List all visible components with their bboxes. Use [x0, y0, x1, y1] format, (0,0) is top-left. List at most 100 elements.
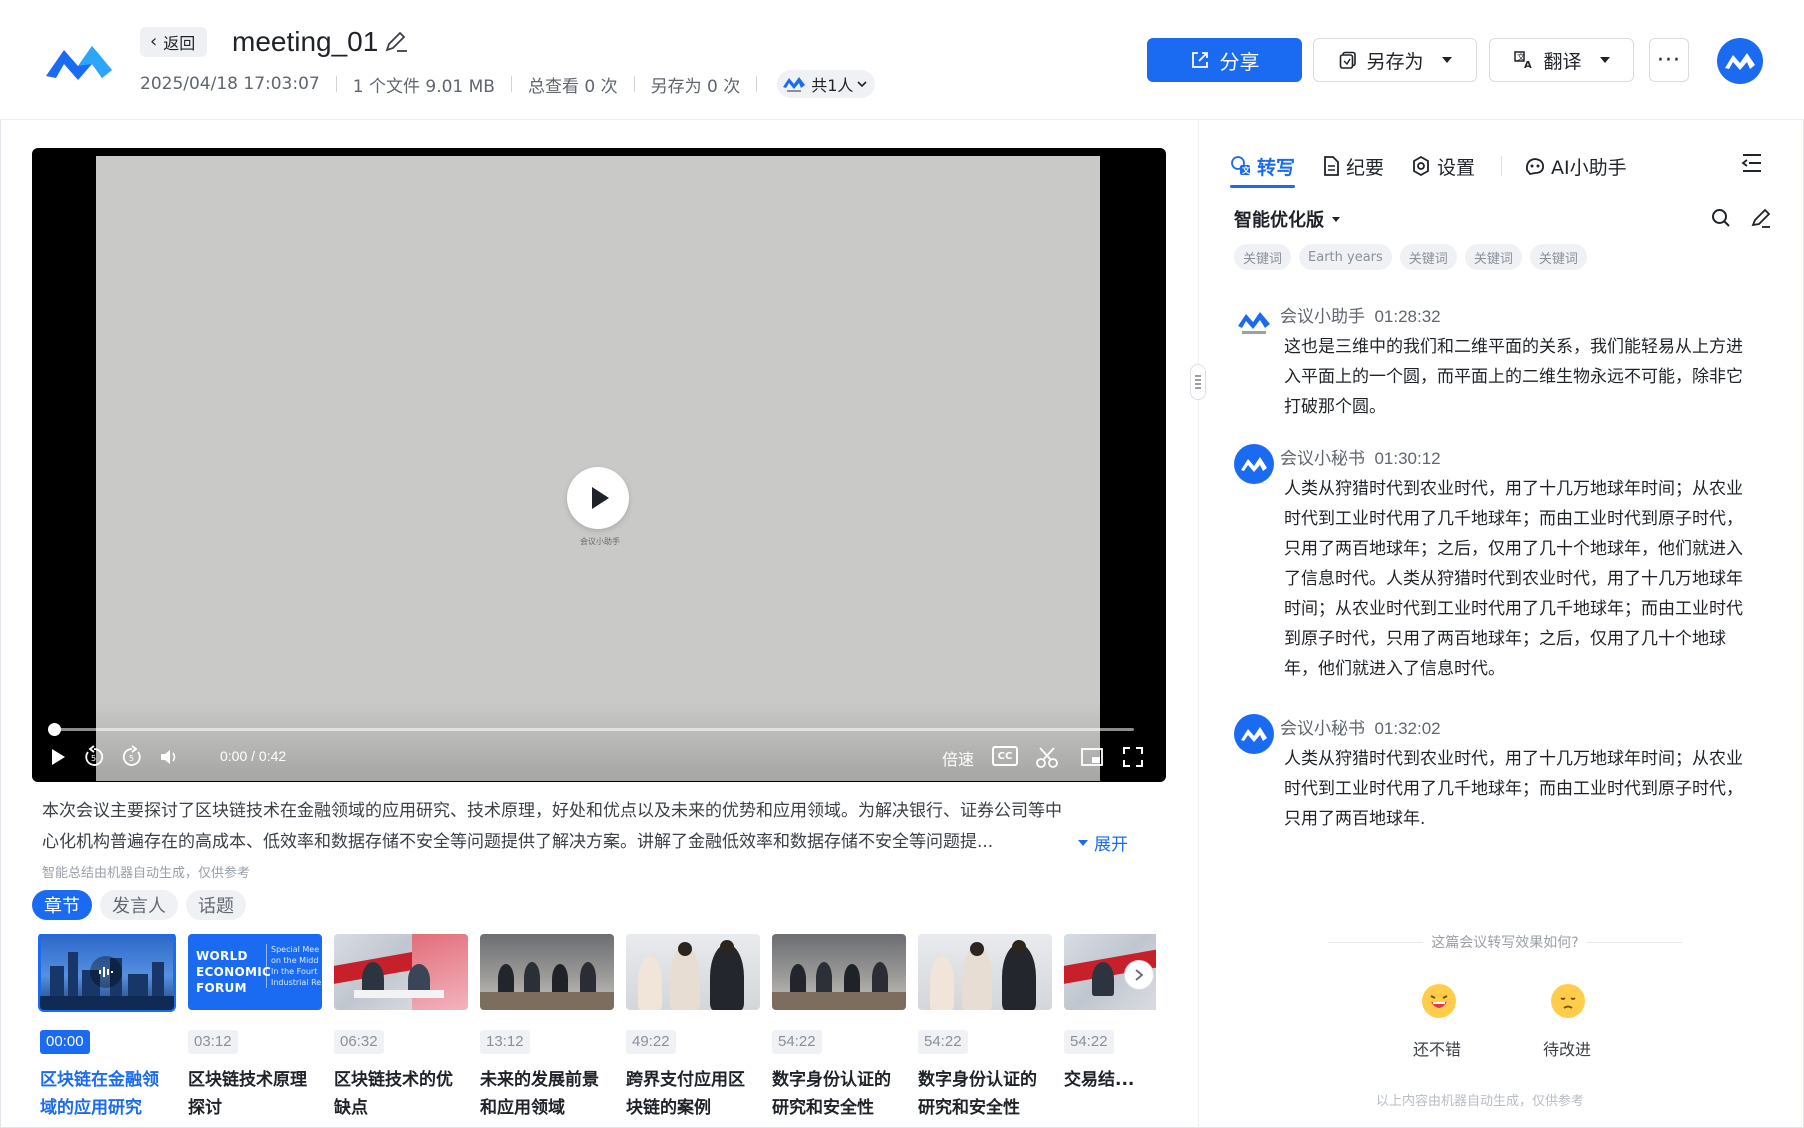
- speaker-time: 01:28:32: [1374, 307, 1441, 326]
- meta-divider: [756, 76, 758, 92]
- meta-divider: [510, 76, 512, 92]
- keyword-chip[interactable]: Earth years: [1299, 244, 1392, 270]
- good-feedback-button[interactable]: [1422, 984, 1456, 1018]
- transcript-icon: 文: [1231, 156, 1251, 175]
- tab-ai-assistant-label: AI小助手: [1551, 156, 1627, 179]
- play-overlay-button[interactable]: [567, 467, 629, 529]
- summary-line: 本次会议主要探讨了区块链技术在金融领域的应用研究、技术原理，好处和优点以及未来的…: [42, 801, 1062, 821]
- chapter-item[interactable]: WORLD ECONOMIC FORUM Special Mee on the Mid…: [188, 934, 322, 1122]
- captions-button[interactable]: CC: [992, 746, 1018, 766]
- chapter-item[interactable]: 13:12 未来的发展前景 和应用领域: [480, 934, 614, 1122]
- forward-button[interactable]: 5: [120, 744, 144, 770]
- machine-generated-note: 以上内容由机器自动生成，仅供参考: [1376, 1094, 1585, 1109]
- keyword-chip[interactable]: 关键词: [1529, 244, 1587, 270]
- sad-face-icon: [1560, 997, 1576, 1009]
- save-as-button[interactable]: 另存为: [1313, 38, 1477, 82]
- chapters-next-button[interactable]: [1124, 960, 1154, 990]
- meeting-views: 总查看 0 次: [527, 76, 618, 97]
- chapter-item[interactable]: 06:32 区块链技术的优 缺点: [334, 934, 468, 1122]
- header: ‹ 返回 meeting_01 2025/04/18 17:03:07 1 个文…: [0, 0, 1804, 120]
- keyword-chip[interactable]: 关键词: [1399, 244, 1457, 270]
- save-as-label: 另存为: [1366, 50, 1424, 73]
- chapter-title: 区块链技术的优 缺点: [334, 1070, 453, 1118]
- tab-settings[interactable]: 设置: [1410, 148, 1475, 184]
- app-logo-icon: [46, 46, 112, 80]
- meeting-meta: 2025/04/18 17:03:07 1 个文件 9.01 MB 总查看 0 …: [140, 70, 876, 98]
- tab-minutes[interactable]: 纪要: [1321, 148, 1384, 184]
- video-player[interactable]: 会议小助手 5 5 0:00 / 0:42 倍速 CC: [32, 148, 1166, 782]
- assistant-avatar: [1238, 312, 1270, 334]
- version-dropdown[interactable]: 智能优化版: [1234, 206, 1340, 232]
- chapter-item[interactable]: 49:22 跨界支付应用区 块链的案例: [626, 934, 760, 1122]
- chapter-list: 00:00 区块链在金融领 域的应用研究 WORLD ECONOMIC FORUM S…: [38, 934, 1156, 1128]
- share-label: 分享: [1219, 49, 1260, 74]
- speaker-line: 会议小秘书 01:32:02: [1280, 714, 1441, 739]
- speaker-line: 会议小秘书 01:30:12: [1280, 444, 1441, 469]
- speaker-time: 01:30:12: [1374, 449, 1441, 468]
- forward-5-icon: 5: [122, 745, 141, 766]
- more-options-button[interactable]: ···: [1649, 38, 1689, 82]
- panel-resize-handle[interactable]: [1190, 364, 1206, 400]
- document-icon: [1324, 156, 1339, 176]
- tab-transcript[interactable]: 文 转写: [1230, 148, 1296, 188]
- chapter-item[interactable]: 54:22 交易结...: [1064, 934, 1156, 1094]
- edit-icon[interactable]: [1750, 207, 1772, 229]
- avatar-logo-icon: [1241, 457, 1267, 472]
- share-icon: [1191, 52, 1208, 68]
- ai-assistant-icon: [1526, 158, 1545, 175]
- chapter-thumbnail: [334, 934, 468, 1010]
- tab-topics[interactable]: 话题: [186, 890, 246, 920]
- collapse-panel-icon[interactable]: [1739, 150, 1765, 176]
- picture-in-picture-button[interactable]: [1080, 744, 1104, 770]
- tab-chapters[interactable]: 章节: [32, 890, 92, 920]
- play-button[interactable]: [48, 744, 68, 770]
- avatar-logo-icon: [1241, 727, 1267, 742]
- keyword-list: 关键词 Earth years 关键词 关键词 关键词: [1234, 244, 1587, 270]
- laughing-face-icon: [1430, 995, 1448, 1008]
- chevron-down-icon: [857, 81, 867, 88]
- fullscreen-button[interactable]: [1122, 744, 1144, 770]
- chapter-title: 数字身份认证的 研究和安全性: [772, 1070, 891, 1118]
- chapter-time: 54:22: [918, 1030, 968, 1054]
- progress-bar[interactable]: [52, 728, 1134, 731]
- members-count: 共1人: [811, 76, 854, 95]
- tab-speakers[interactable]: 发言人: [100, 890, 178, 920]
- back-button[interactable]: ‹ 返回: [140, 27, 208, 57]
- speaker-name: 会议小秘书: [1280, 449, 1365, 468]
- chapter-time: 03:12: [188, 1030, 238, 1054]
- speed-button[interactable]: 倍速: [942, 746, 974, 770]
- tab-ai-assistant[interactable]: AI小助手: [1524, 148, 1627, 184]
- meta-divider: [633, 76, 635, 92]
- keyword-chip[interactable]: 关键词: [1234, 244, 1292, 270]
- search-icon[interactable]: [1710, 207, 1732, 229]
- speaker-name: 会议小助手: [1280, 307, 1365, 326]
- right-panel-tabs: 文 转写 纪要 设置 AI小助手: [1230, 148, 1653, 188]
- share-button[interactable]: 分享: [1147, 38, 1302, 82]
- expand-label: 展开: [1094, 835, 1128, 855]
- members-dropdown[interactable]: 共1人: [777, 70, 876, 98]
- chevron-left-icon: ‹: [150, 31, 158, 52]
- user-avatar[interactable]: [1717, 38, 1763, 84]
- chapter-item[interactable]: 54:22 数字身份认证的 研究和安全性: [772, 934, 906, 1122]
- transcript-text: 这也是三维中的我们和二维平面的关系，我们能轻易从上方进 入平面上的一个圆，而平面…: [1284, 337, 1743, 417]
- chapter-thumbnail: [626, 934, 760, 1010]
- chapter-title: 交易结...: [1064, 1070, 1135, 1090]
- chapter-item[interactable]: 54:22 数字身份认证的 研究和安全性: [918, 934, 1052, 1122]
- keyword-chip[interactable]: 关键词: [1464, 244, 1522, 270]
- panel-divider: [1198, 120, 1199, 1128]
- rewind-button[interactable]: 5: [82, 744, 106, 770]
- svg-text:A: A: [1524, 60, 1532, 70]
- translate-button[interactable]: 文 A 翻译: [1489, 38, 1634, 82]
- bad-feedback-button[interactable]: [1551, 984, 1585, 1018]
- expand-summary-button[interactable]: 展开: [1078, 830, 1128, 855]
- feedback-question: 这篇会议转写效果如何?: [1320, 932, 1690, 952]
- gear-icon: [1413, 155, 1429, 177]
- chapter-item[interactable]: 00:00 区块链在金融领 域的应用研究: [38, 934, 176, 1122]
- play-icon: [52, 749, 65, 765]
- volume-button[interactable]: [158, 744, 182, 770]
- audio-wave-icon: [90, 956, 122, 988]
- progress-knob[interactable]: [48, 723, 61, 736]
- clip-button[interactable]: [1034, 744, 1060, 770]
- chapter-thumbnail: [38, 934, 176, 1012]
- edit-title-icon[interactable]: [382, 28, 410, 56]
